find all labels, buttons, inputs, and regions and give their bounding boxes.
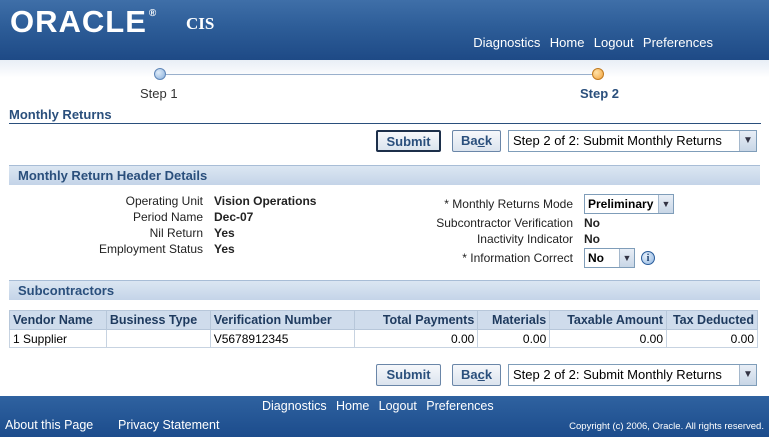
subcontractor-verification-label: Subcontractor Verification [436,216,573,230]
step-select-top-value: Step 2 of 2: Submit Monthly Returns [513,133,722,148]
period-name-label: Period Name [132,210,203,224]
operating-unit-label: Operating Unit [125,194,203,208]
monthly-returns-mode-select[interactable]: Preliminary ▼ [584,194,674,214]
column-header-materials[interactable]: Materials [477,310,551,330]
back-button-bottom[interactable]: Back [452,364,501,386]
cell-verification-number: V5678912345 [209,329,355,348]
monthly-returns-mode-value: Preliminary [588,197,654,211]
cell-total-payments: 0.00 [353,329,479,348]
registered-icon: ® [148,8,158,19]
column-header-verification-number[interactable]: Verification Number [209,310,355,330]
chevron-down-icon[interactable]: ▼ [739,131,756,151]
inactivity-indicator-value: No [584,232,600,246]
nil-return-label: Nil Return [149,226,203,240]
cell-taxable-amount: 0.00 [549,329,668,348]
footer-link-diagnostics[interactable]: Diagnostics [262,399,327,413]
column-header-tax-deducted[interactable]: Tax Deducted [666,310,758,330]
table-row: 1 Supplier V5678912345 0.00 0.00 0.00 0.… [9,329,758,348]
nil-return-value: Yes [214,226,235,240]
footer-link-home[interactable]: Home [336,399,369,413]
table-header-row: Vendor Name Business Type Verification N… [9,310,758,330]
step-select-bottom-value: Step 2 of 2: Submit Monthly Returns [513,367,722,382]
submit-button-top[interactable]: Submit [376,130,441,152]
column-header-taxable-amount[interactable]: Taxable Amount [549,310,668,330]
step-select-bottom[interactable]: Step 2 of 2: Submit Monthly Returns ▼ [508,364,757,386]
chevron-down-icon[interactable]: ▼ [739,365,756,385]
subcontractors-section-title: Subcontractors [9,280,760,300]
oracle-logo: ORACLE ® [10,4,158,39]
footer: Diagnostics Home Logout Preferences Abou… [0,396,769,437]
step-1-indicator-icon[interactable] [154,68,166,80]
subcontractor-verification-value: No [584,216,600,230]
inactivity-indicator-label: Inactivity Indicator [476,232,573,246]
footer-link-preferences[interactable]: Preferences [426,399,493,413]
cell-tax-deducted: 0.00 [666,329,758,348]
privacy-statement-link[interactable]: Privacy Statement [118,418,219,432]
back-button-top[interactable]: Back [452,130,501,152]
step-2-label: Step 2 [580,86,620,101]
cell-materials: 0.00 [477,329,551,348]
employment-status-label: Employment Status [98,242,203,256]
global-link-preferences[interactable]: Preferences [643,35,713,50]
cell-business-type [105,329,211,348]
employment-status-value: Yes [214,242,235,256]
information-correct-select[interactable]: No ▼ [584,248,635,268]
step-1-label[interactable]: Step 1 [140,86,178,101]
subcontractors-table: Vendor Name Business Type Verification N… [9,310,758,348]
step-select-top[interactable]: Step 2 of 2: Submit Monthly Returns ▼ [508,130,757,152]
step-2-indicator-icon [592,68,604,80]
information-correct-value: No [588,251,604,265]
column-header-business-type[interactable]: Business Type [105,310,211,330]
column-header-total-payments[interactable]: Total Payments [353,310,479,330]
header-details-section-title: Monthly Return Header Details [9,165,760,185]
global-link-logout[interactable]: Logout [594,35,634,50]
global-links: Diagnostics Home Logout Preferences [467,35,713,50]
chevron-down-icon[interactable]: ▼ [658,195,673,213]
information-correct-label: * Information Correct [462,251,573,265]
copyright-text: Copyright (c) 2006, Oracle. All rights r… [569,421,764,432]
process-train: Step 1 Step 2 [0,60,769,104]
footer-links: Diagnostics Home Logout Preferences [262,399,500,413]
info-icon[interactable]: i [641,251,655,265]
global-link-diagnostics[interactable]: Diagnostics [473,35,540,50]
train-line [160,74,598,75]
title-divider [9,123,761,124]
chevron-down-icon[interactable]: ▼ [619,249,634,267]
global-link-home[interactable]: Home [550,35,585,50]
submit-button-bottom[interactable]: Submit [376,364,441,386]
column-header-vendor-name[interactable]: Vendor Name [9,310,107,330]
period-name-value: Dec-07 [214,210,254,224]
global-header: ORACLE ® CIS Diagnostics Home Logout Pref… [0,0,769,60]
about-this-page-link[interactable]: About this Page [5,418,93,432]
operating-unit-value: Vision Operations [214,194,317,208]
footer-link-logout[interactable]: Logout [379,399,417,413]
page-title: Monthly Returns [9,107,112,122]
monthly-returns-mode-label: * Monthly Returns Mode [444,197,573,211]
app-name: CIS [186,14,215,33]
cell-vendor-name: 1 Supplier [9,329,107,348]
